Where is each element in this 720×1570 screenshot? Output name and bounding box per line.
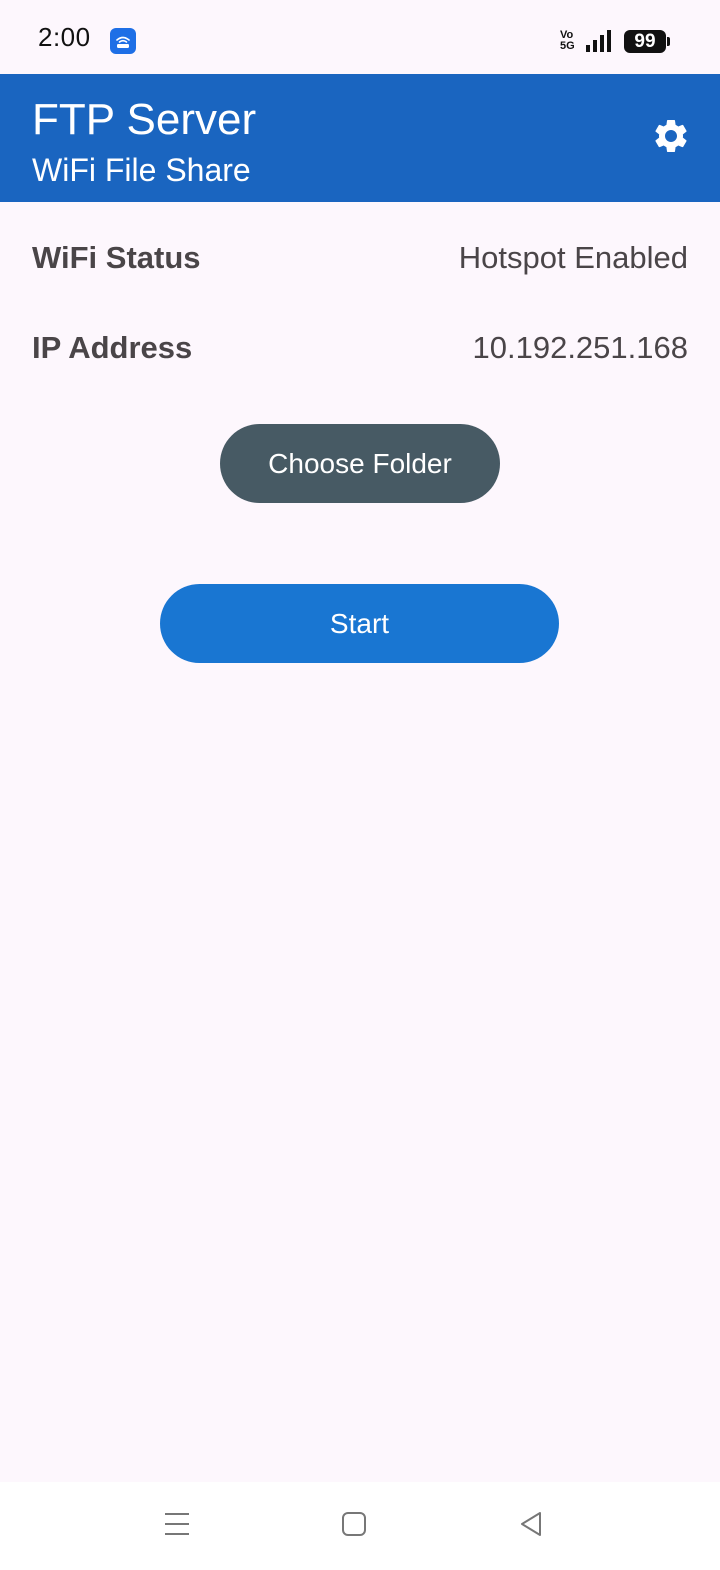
recents-button[interactable] — [155, 1504, 199, 1548]
back-button[interactable] — [509, 1504, 553, 1548]
wifi-router-icon — [110, 28, 136, 54]
app-subtitle: WiFi File Share — [32, 152, 251, 188]
wifi-status-value: Hotspot Enabled — [458, 240, 688, 275]
signal-strength-icon — [585, 29, 613, 58]
home-square-icon — [341, 1511, 367, 1542]
status-bar: 2:00 Vo 5G 99 — [0, 0, 720, 74]
home-button[interactable] — [332, 1504, 376, 1548]
back-triangle-icon — [518, 1510, 544, 1543]
choose-folder-label: Choose Folder — [268, 447, 452, 479]
start-button[interactable]: Start — [160, 584, 559, 663]
navigation-bar — [0, 1482, 720, 1570]
choose-folder-button[interactable]: Choose Folder — [220, 424, 500, 503]
ip-address-value: 10.192.251.168 — [472, 330, 689, 365]
battery-indicator: 99 — [624, 30, 670, 53]
settings-button[interactable] — [643, 110, 699, 166]
status-time: 2:00 — [38, 22, 91, 52]
wifi-status-row: WiFi Status Hotspot Enabled — [32, 233, 688, 283]
start-label: Start — [329, 607, 390, 639]
ip-address-row: IP Address 10.192.251.168 — [32, 323, 688, 373]
menu-icon — [163, 1511, 191, 1542]
network-type-indicator: Vo 5G — [560, 29, 575, 52]
wifi-status-label: WiFi Status — [32, 240, 201, 275]
ip-address-label: IP Address — [32, 330, 193, 365]
app-bar: FTP Server WiFi File Share — [0, 74, 720, 202]
gear-icon — [651, 116, 691, 161]
app-title: FTP Server — [32, 95, 257, 144]
